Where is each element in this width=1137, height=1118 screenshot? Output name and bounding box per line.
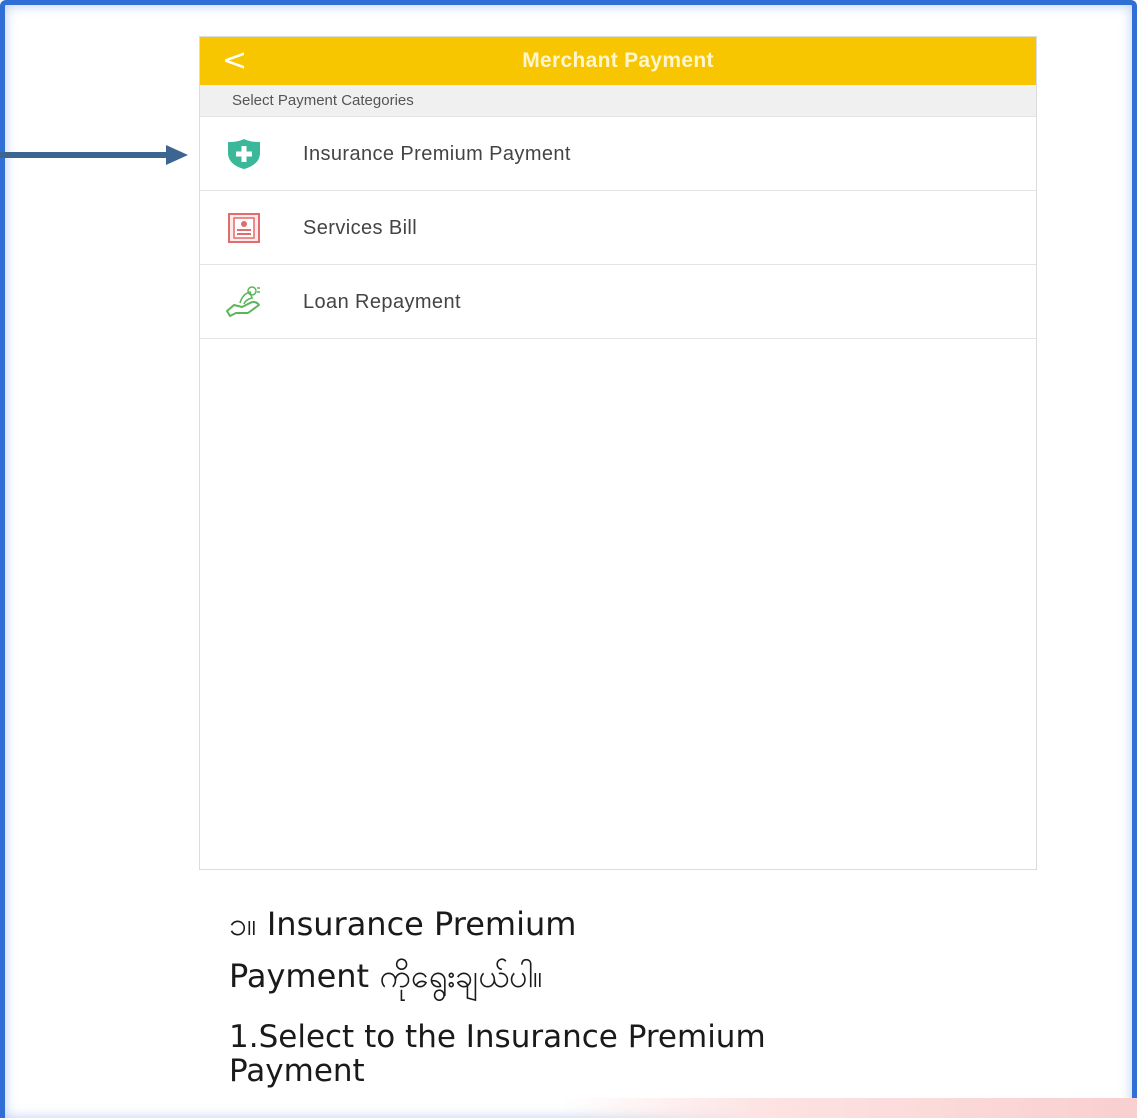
decorative-streak bbox=[560, 1098, 1137, 1118]
bill-document-icon bbox=[228, 213, 260, 243]
category-item-insurance[interactable]: Insurance Premium Payment bbox=[200, 117, 1036, 191]
category-item-loan-repayment[interactable]: Loan Repayment bbox=[200, 265, 1036, 339]
instruction-line-my-2: Payment ကိုရွေးချယ်ပါ။ bbox=[229, 957, 543, 995]
instruction-line-my-1: ၁။ Insurance Premium bbox=[229, 905, 577, 943]
category-label: Services Bill bbox=[303, 217, 418, 239]
hand-money-icon bbox=[226, 286, 260, 317]
phone-screen: Merchant Payment < Select Payment Catego… bbox=[199, 36, 1037, 870]
instruction-line-en: 1.Select to the Insurance Premium Paymen… bbox=[229, 1019, 766, 1089]
section-label: Select Payment Categories bbox=[200, 85, 1036, 117]
category-label: Insurance Premium Payment bbox=[303, 143, 571, 165]
back-button[interactable]: < bbox=[222, 43, 256, 79]
category-label: Loan Repayment bbox=[303, 291, 461, 313]
category-item-services-bill[interactable]: Services Bill bbox=[200, 191, 1036, 265]
instructions: ၁။ Insurance Premium Payment ကိုရွေးချယ်… bbox=[229, 898, 849, 1088]
app-header: Merchant Payment < bbox=[200, 37, 1036, 85]
pointer-arrow-icon bbox=[0, 145, 188, 165]
page-title: Merchant Payment bbox=[522, 49, 714, 72]
shield-plus-icon bbox=[228, 139, 260, 169]
category-list: Insurance Premium Payment Services Bill … bbox=[200, 117, 1036, 339]
